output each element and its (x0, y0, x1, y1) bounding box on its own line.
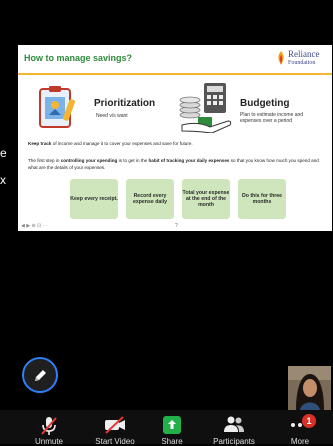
para2-c: is to get in the (117, 158, 149, 163)
steps-row: Keep every receipt. Record every expense… (70, 179, 300, 219)
unmute-button[interactable]: Unmute (20, 410, 78, 446)
side-text: e (0, 146, 7, 160)
participants-label: Participants (213, 437, 255, 446)
slide-title: How to manage savings? (24, 53, 133, 63)
microphone-muted-icon (41, 417, 57, 435)
self-video-thumbnail[interactable] (288, 366, 331, 410)
slide-mid-mark: ? (175, 223, 178, 229)
annotate-button[interactable] (22, 357, 58, 393)
para2-d: habit of tracking your daily expenses (148, 158, 230, 163)
logo-line2: Foundation (288, 60, 316, 66)
more-button[interactable]: 1 More (270, 410, 330, 446)
step-box: Record every expense daily (126, 179, 174, 219)
start-video-label: Start Video (95, 437, 135, 446)
top-bar (0, 0, 333, 40)
budgeting-title: Budgeting (240, 98, 290, 109)
share-arrow-icon (163, 416, 181, 434)
participants-button[interactable]: Participants (200, 410, 268, 446)
prioritization-subtitle: Need v/s want (96, 113, 128, 119)
paragraph-keep-track: Keep track of income and manage it to co… (28, 141, 324, 146)
participants-icon (224, 416, 244, 432)
shared-slide: How to manage savings? Reliance Foundati… (18, 45, 332, 231)
logo-flame-icon (278, 51, 284, 65)
unmute-label: Unmute (34, 437, 64, 446)
share-button[interactable]: Share (150, 410, 194, 446)
side-text: x (0, 173, 6, 187)
step-box: Total your expense at the end of the mon… (182, 179, 230, 219)
share-label: Share (161, 437, 183, 446)
slide-controls[interactable]: ◀ ▶ ⊕ ⊡ ⋯ (21, 223, 48, 229)
para2-a: The first step in (28, 158, 61, 163)
start-video-button[interactable]: Start Video (82, 410, 148, 446)
slide-header: How to manage savings? Reliance Foundati… (18, 45, 332, 75)
video-off-icon (105, 416, 125, 434)
reliance-foundation-logo: Reliance Foundation (276, 48, 328, 70)
meeting-toolbar: Unmute Start Video Share Participants 1 (0, 410, 333, 446)
budgeting-subtitle: Plan to estimate income and expenses ove… (240, 112, 304, 124)
step-box: Do this for three months (238, 179, 286, 219)
logo-text: Reliance Foundation (288, 50, 319, 68)
participant-avatar (288, 366, 331, 410)
prioritization-title: Prioritization (94, 98, 156, 109)
coins-calculator-icon (179, 83, 232, 133)
more-label: More (290, 437, 310, 446)
logo-line1: Reliance (288, 49, 320, 59)
para1-rest: of income and manage it to cover your ex… (51, 141, 193, 146)
paragraph-first-step: The first step in controlling your spend… (28, 157, 324, 171)
para2-b: controlling your spending (60, 158, 118, 163)
clipboard-icon (39, 86, 76, 128)
para1-bold: Keep track (28, 141, 52, 146)
step-box: Keep every receipt. (70, 179, 118, 219)
notification-badge: 1 (302, 414, 316, 428)
pencil-icon (35, 370, 46, 381)
